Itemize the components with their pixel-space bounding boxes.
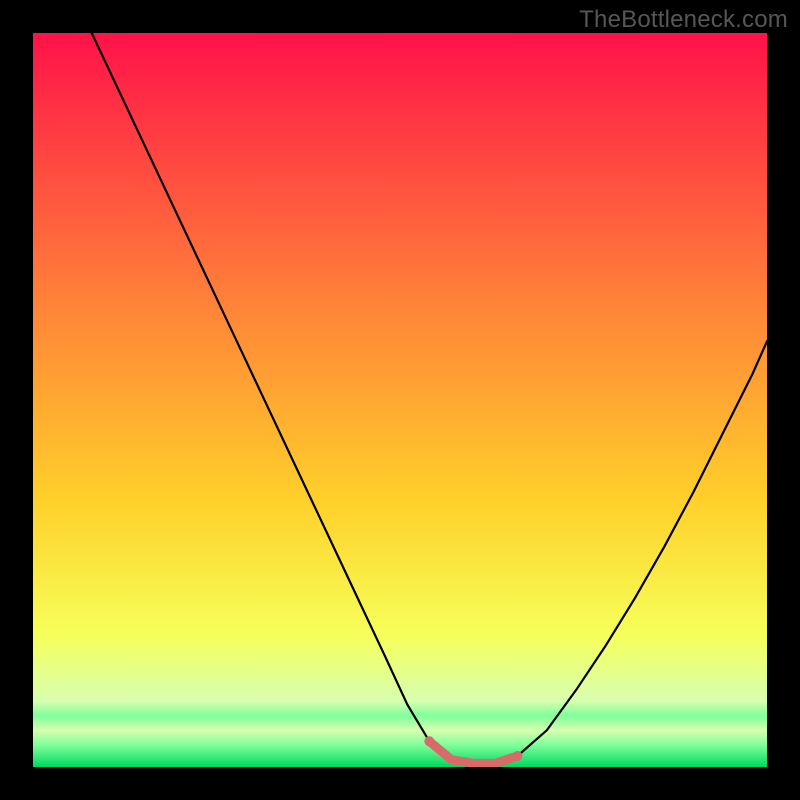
highlight-end-dot: [512, 751, 522, 761]
highlight-start-dot: [424, 736, 434, 746]
chart-plot-area: [33, 33, 767, 767]
bottleneck-chart: [33, 33, 767, 767]
watermark-text: TheBottleneck.com: [579, 6, 788, 34]
chart-frame: TheBottleneck.com: [0, 0, 800, 800]
